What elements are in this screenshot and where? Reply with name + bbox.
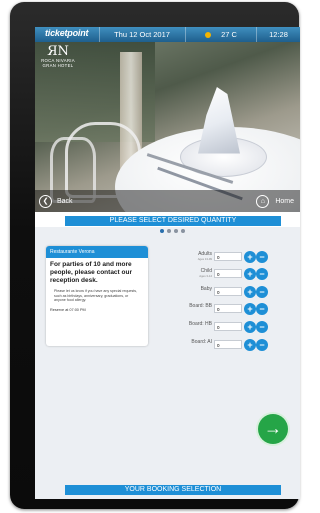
increment-button[interactable]: + [244,321,256,333]
quantity-row-board-ai: Board: AI 0 + − [180,338,290,352]
quantity-input[interactable]: 0 [214,269,242,278]
quantity-row-baby: Baby 0 + − [180,285,290,299]
quantity-input[interactable]: 0 [214,252,242,261]
quantity-input[interactable]: 0 [214,340,242,349]
quantity-sublabel: Ages 13-99 [197,257,212,261]
date-text: Thu 12 Oct 2017 [114,30,170,39]
quantity-label: Board: HB [188,321,212,327]
decrement-button[interactable]: − [256,251,268,263]
reservation-time: Reserve at 07:00 PM [50,307,86,312]
decrement-button[interactable]: − [256,321,268,333]
hotel-subtitle: GRAN HOTEL [42,63,74,68]
increment-button[interactable]: + [244,251,256,263]
sun-icon [205,31,212,38]
quantity-input[interactable]: 0 [214,322,242,331]
pagination-dots [160,229,185,233]
pagination-dot[interactable] [174,229,178,233]
quantity-label: Board: BB [189,303,212,309]
quantity-row-adults: Adults Ages 13-99 0 + − [180,250,290,264]
temperature-text: 27 C [221,30,237,39]
booking-selection-banner[interactable]: YOUR BOOKING SELECTION [65,485,281,495]
decrement-button[interactable]: − [256,268,268,280]
decrement-button[interactable]: − [256,339,268,351]
back-label: Back [57,197,73,205]
next-arrow-button[interactable]: → [258,414,288,444]
quantity-label: Board: AI [191,339,212,345]
home-button[interactable]: ⌂ Home [256,193,294,209]
increment-button[interactable]: + [244,303,256,315]
decrement-button[interactable]: − [256,303,268,315]
increment-button[interactable]: + [244,268,256,280]
weather-display: 27 C [185,27,257,42]
increment-button[interactable]: + [244,339,256,351]
restaurant-photo: ЯN ROCA NIVARIA GRAN HOTEL [35,42,300,212]
pagination-dot[interactable] [167,229,171,233]
special-requests-note: Please let us know if you have any speci… [54,289,138,303]
back-button[interactable]: ❮ Back [39,193,73,209]
home-label: Home [275,197,294,205]
navigation-bar: ❮ Back ⌂ Home [35,190,300,212]
party-size-notice: For parties of 10 and more people, pleas… [50,261,132,284]
quantity-label: Baby [200,286,212,292]
quantity-input[interactable]: 0 [214,304,242,313]
quantity-sublabel: Ages 3-12 [199,274,212,278]
time-text: 12:28 [269,30,288,39]
pagination-dot[interactable] [181,229,185,233]
status-bar: ticketpoint Thu 12 Oct 2017 27 C 12:28 [35,27,300,42]
quantity-row-board-hb: Board: HB 0 + − [180,320,290,334]
kiosk-screen: ticketpoint Thu 12 Oct 2017 27 C 12:28 Я… [35,27,300,499]
pagination-dot[interactable] [160,229,164,233]
date-display: Thu 12 Oct 2017 [99,27,184,42]
hotel-logo: ЯN ROCA NIVARIA GRAN HOTEL [38,45,78,68]
quantity-row-board-bb: Board: BB 0 + − [180,302,290,316]
tablet-frame: ticketpoint Thu 12 Oct 2017 27 C 12:28 Я… [10,2,300,509]
home-icon: ⌂ [256,194,270,208]
hotel-monogram: ЯN [47,44,69,59]
decrement-button[interactable]: − [256,286,268,298]
brand-logo: ticketpoint [45,28,89,38]
increment-button[interactable]: + [244,286,256,298]
back-arrow-icon: ❮ [39,194,52,208]
select-quantity-banner: PLEASE SELECT DESIRED QUANTITY [65,216,281,226]
quantity-row-child: Child Ages 3-12 0 + − [180,267,290,281]
restaurant-info-card: Restaurante Verona For parties of 10 and… [46,246,148,346]
napkin-image [198,87,240,154]
clock-display: 12:28 [257,27,300,42]
restaurant-name: Restaurante Verona [46,246,148,258]
quantity-input[interactable]: 0 [214,287,242,296]
